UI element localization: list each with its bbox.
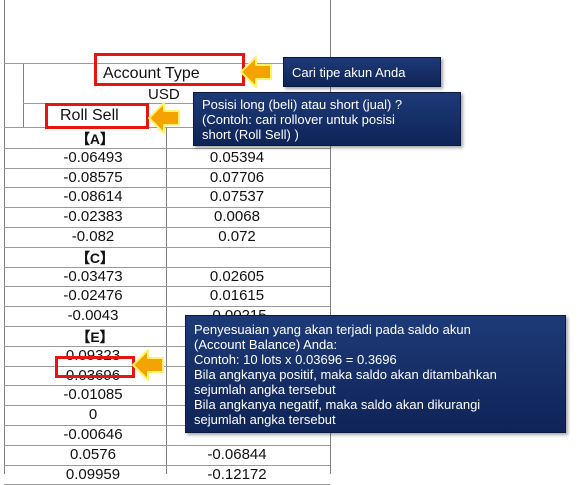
- callout-position-line: (Contoh: cari rollover untuk posisi: [202, 112, 395, 127]
- arrow-left-icon: [132, 349, 164, 381]
- table-cell: 0.07706: [209, 168, 265, 186]
- table-cell: 0.02605: [209, 267, 265, 285]
- table-cell: -0.0043: [67, 307, 119, 325]
- callout-account-type-text: Cari tipe akun Anda: [292, 65, 406, 80]
- table-cell: -0.01085: [63, 386, 123, 404]
- callout-position: Posisi long (beli) atau short (jual) ? (…: [193, 92, 461, 146]
- table-cell: 0.0576: [70, 445, 116, 463]
- callout-adjustment-line: Bila angkanya negatif, maka saldo akan d…: [194, 397, 481, 412]
- table-cell: 0.05394: [209, 148, 265, 166]
- arrow-left-icon: [148, 102, 180, 134]
- table-cell: -0.12172: [207, 465, 267, 483]
- callout-adjustment-line: Bila angkanya positif, maka saldo akan d…: [194, 367, 497, 382]
- table-cell: -0.082: [71, 228, 115, 245]
- table-cell: -0.03473: [63, 267, 123, 285]
- callout-adjustment-line: sejumlah angka tersebut: [194, 412, 336, 427]
- callout-adjustment-line: sejumlah angka tersebut: [194, 382, 336, 397]
- section-label: 【E】: [76, 329, 114, 345]
- table-cell: -0.02383: [63, 208, 123, 226]
- arrow-left-icon: [240, 56, 272, 88]
- table-cell: 0.072: [218, 228, 256, 245]
- section-label: 【C】: [75, 249, 115, 266]
- table-cell: 0: [88, 406, 98, 424]
- callout-adjustment-line: Contoh: 10 lots x 0.03696 = 0.3696: [194, 352, 397, 367]
- table-cell: -0.02476: [63, 287, 123, 305]
- callout-adjustment-line: (Account Balance) Anda:: [194, 337, 338, 352]
- header-divider-left: [23, 63, 24, 127]
- callout-adjustment: Penyesuaian yang akan terjadi pada saldo…: [185, 315, 566, 433]
- value-highlight: [55, 356, 135, 378]
- table-cell: -0.06493: [63, 148, 123, 166]
- table-cell: -0.08614: [63, 188, 123, 206]
- callout-position-line: short (Roll Sell) ): [202, 127, 299, 142]
- roll-sell-highlight: [45, 103, 149, 129]
- table-cell: 0.09959: [65, 465, 121, 483]
- table-cell: 0.0068: [214, 208, 260, 226]
- table-cell: -0.08575: [63, 168, 123, 186]
- table-cell: -0.06844: [207, 445, 267, 463]
- account-type-highlight: [94, 53, 245, 86]
- callout-position-line: Posisi long (beli) atau short (jual) ?: [202, 97, 403, 112]
- table-border-left: [4, 0, 5, 474]
- callout-adjustment-line: Penyesuaian yang akan terjadi pada saldo…: [194, 322, 471, 337]
- table-cell: -0.00646: [63, 426, 123, 443]
- table-cell: 0.07537: [209, 188, 265, 206]
- table-cell: 0.01615: [209, 287, 265, 305]
- callout-account-type: Cari tipe akun Anda: [283, 57, 441, 87]
